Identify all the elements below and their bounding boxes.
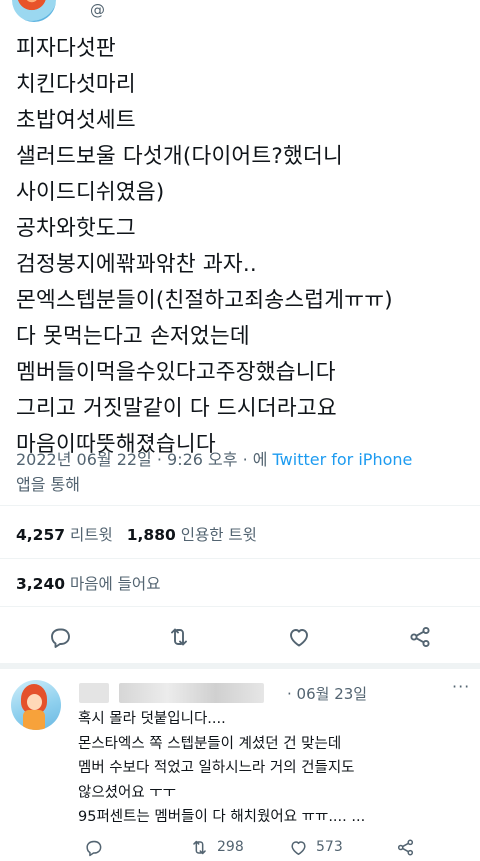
reply-line: 혹시 몰라 덧붙입니다....	[78, 711, 226, 727]
reply-line: 몬스타엑스 쪽 스텝분들이 계셨던 건 맞는데	[78, 735, 342, 752]
tweet-line: 공차와핫도그	[16, 216, 136, 241]
reply-like-count: 573	[316, 839, 343, 855]
likes-label: 마음에 들어요	[69, 575, 161, 593]
reply-author-name-redacted[interactable]	[79, 683, 279, 703]
quotes-label: 인용한 트윗	[180, 526, 257, 544]
tweet-line: 몬엑스텝분들이(친절하고죄송스럽게ㅠㅠ)	[16, 288, 393, 313]
heart-icon	[287, 629, 311, 653]
retweet-icon	[167, 628, 191, 653]
tweet-line: 검정봉지에꽊꽈앆찬 과자..	[16, 252, 257, 277]
tweet-line: 초밥여섯세트	[16, 108, 136, 133]
tweet-line: 멤버들이먹을수있다고주장했습니다	[16, 360, 336, 385]
quotes-count: 1,880	[126, 526, 176, 544]
reply-share-button[interactable]	[396, 838, 415, 861]
retweets-label: 리트윗	[69, 526, 113, 544]
share-icon	[396, 839, 415, 861]
retweets-count: 4,257	[16, 526, 66, 544]
section-divider	[0, 663, 480, 669]
likes-count: 3,240	[16, 575, 66, 593]
author-handle[interactable]: @	[90, 1, 105, 19]
divider	[0, 606, 480, 607]
tweet-source-link[interactable]: Twitter for iPhone	[273, 450, 413, 469]
tweet-timestamp: 2022년 06월 22일 · 9:26 오후 · 에 Twitter for …	[16, 446, 412, 470]
reply-author-avatar[interactable]	[11, 680, 61, 730]
reply-text: 혹시 몰라 덧붙입니다.... 몬스타엑스 쪽 스텝분들이 계셨던 건 맞는데 …	[78, 707, 365, 830]
share-icon	[408, 626, 432, 653]
reply-button[interactable]	[48, 625, 72, 649]
tweet-line: 샐러드보울 다섯개(다이어트?했더니	[16, 144, 343, 169]
reply-retweet-count: 298	[217, 839, 244, 855]
reply-line: 95퍼센트는 멤버들이 다 해치웠어요 ㅠㅠ.... ...	[78, 809, 366, 825]
reply-line: 멤버 수보다 적었고 일하시느라 거의 건들지도	[78, 760, 355, 776]
tweet-text: 피자다섯판 치킨다섯마리 초밥여섯세트 샐러드보울 다섯개(다이어트?했더니 사…	[16, 31, 393, 463]
reply-date[interactable]: · 06월 23일	[287, 683, 367, 704]
tweet-line: 피자다섯판	[16, 36, 116, 61]
like-button[interactable]	[287, 625, 311, 649]
divider	[0, 558, 480, 559]
more-icon[interactable]: ···	[452, 677, 470, 696]
stats-row: 4,257 리트윗 1,880 인용한 트윗	[16, 523, 271, 545]
tweet-line: 다 못먹는다고 손저었는데	[16, 324, 250, 349]
tweet-date[interactable]: 2022년 06월 22일 · 9:26 오후 · 에	[16, 450, 273, 469]
likes-stat[interactable]: 3,240 마음에 들어요	[16, 572, 174, 594]
share-button[interactable]	[408, 625, 432, 649]
retweet-icon	[190, 840, 209, 861]
tweet-line: 치킨다섯마리	[16, 72, 136, 97]
reply-icon	[84, 840, 103, 861]
reply-line: 않으셨어요 ㅜㅜ	[78, 784, 176, 801]
heart-icon	[289, 841, 308, 861]
retweet-button[interactable]	[167, 625, 191, 649]
quotes-stat[interactable]: 1,880 인용한 트윗	[127, 526, 271, 544]
reply-icon	[48, 628, 72, 653]
author-avatar[interactable]	[12, 0, 56, 22]
reply-retweet-button[interactable]	[190, 838, 209, 861]
tweet-line: 사이드디쉬였음)	[16, 180, 165, 205]
tweet-line: 그리고 거짓말같이 다 드시더라고요	[16, 396, 337, 421]
divider	[0, 505, 480, 506]
reply-reply-button[interactable]	[84, 838, 103, 861]
reply-like-button[interactable]	[289, 838, 308, 861]
tweet-source-suffix: 앱을 통해	[16, 475, 80, 494]
retweets-stat[interactable]: 4,257 리트윗	[16, 526, 127, 544]
